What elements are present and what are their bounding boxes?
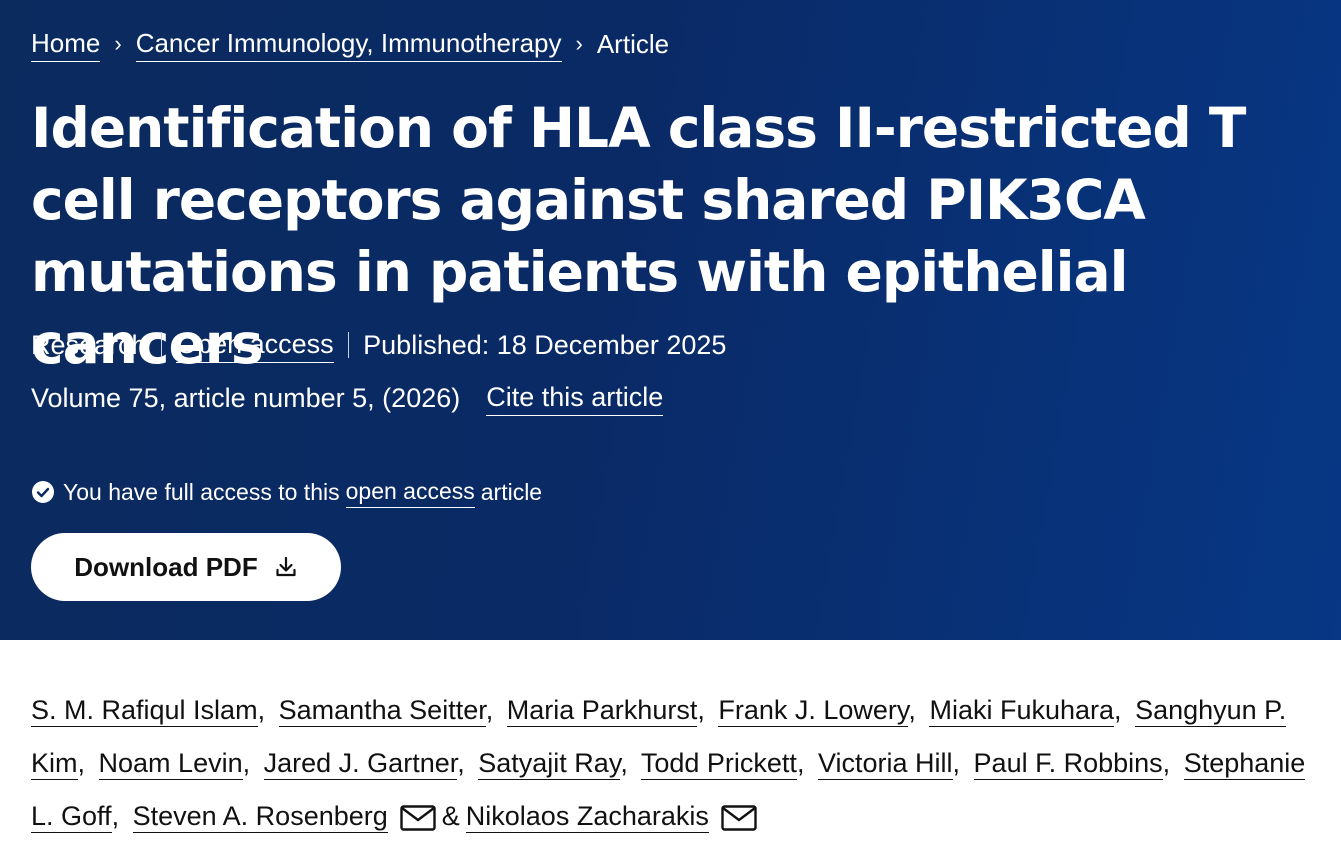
author-link[interactable]: Noam Levin [98,748,243,780]
email-icon[interactable] [721,805,757,831]
chevron-right-icon: › [114,31,122,56]
author-link[interactable]: Satyajit Ray [478,748,621,780]
access-notice-prefix: You have full access to this [63,479,340,505]
author-link[interactable]: Jared J. Gartner [263,748,458,780]
email-icon[interactable] [400,805,436,831]
breadcrumb-current: Article [596,29,670,59]
access-notice-suffix: article [480,479,543,505]
open-access-link[interactable]: Open access [176,327,334,363]
article-citation-row: Volume 75, article number 5, (2026) Cite… [31,380,664,416]
meta-divider [347,332,350,358]
author-link[interactable]: Frank J. Lowery [718,695,909,727]
volume-info: Volume 75, article number 5, (2026) [31,383,461,413]
author-link[interactable]: Miaki Fukuhara [929,695,1115,727]
breadcrumb: Home › Cancer Immunology, Immunotherapy … [31,26,669,62]
article-type: Research [31,330,147,360]
access-notice-link[interactable]: open access [345,476,475,508]
breadcrumb-home-link[interactable]: Home [31,26,101,62]
check-circle-icon [32,481,54,503]
author-link[interactable]: Nikolaos Zacharakis [465,801,709,833]
chevron-right-icon: › [575,31,583,56]
author-link[interactable]: S. M. Rafiqul Islam [31,695,258,727]
authors-connector: & [441,801,460,831]
cite-article-link[interactable]: Cite this article [486,380,664,416]
download-icon [276,556,296,577]
author-list: S. M. Rafiqul Islam, Samantha Seitter, M… [31,695,1306,833]
author-link[interactable]: Todd Prickett [640,748,797,780]
author-link[interactable]: Victoria Hill [817,748,953,780]
breadcrumb-journal-link[interactable]: Cancer Immunology, Immunotherapy [135,26,562,62]
author-link[interactable]: Steven A. Rosenberg [132,801,388,833]
access-notice: You have full access to this open access… [31,476,542,508]
published-date: Published: 18 December 2025 [363,330,727,360]
download-pdf-button[interactable]: Download PDF [31,533,341,601]
author-link[interactable]: Maria Parkhurst [506,695,698,727]
article-header: Home › Cancer Immunology, Immunotherapy … [0,0,1341,640]
download-pdf-label: Download PDF [74,551,258,582]
author-link[interactable]: Paul F. Robbins [973,748,1163,780]
author-link[interactable]: Samantha Seitter [278,695,486,727]
meta-divider [160,332,163,358]
article-meta: Research Open access Published: 18 Decem… [31,327,726,363]
